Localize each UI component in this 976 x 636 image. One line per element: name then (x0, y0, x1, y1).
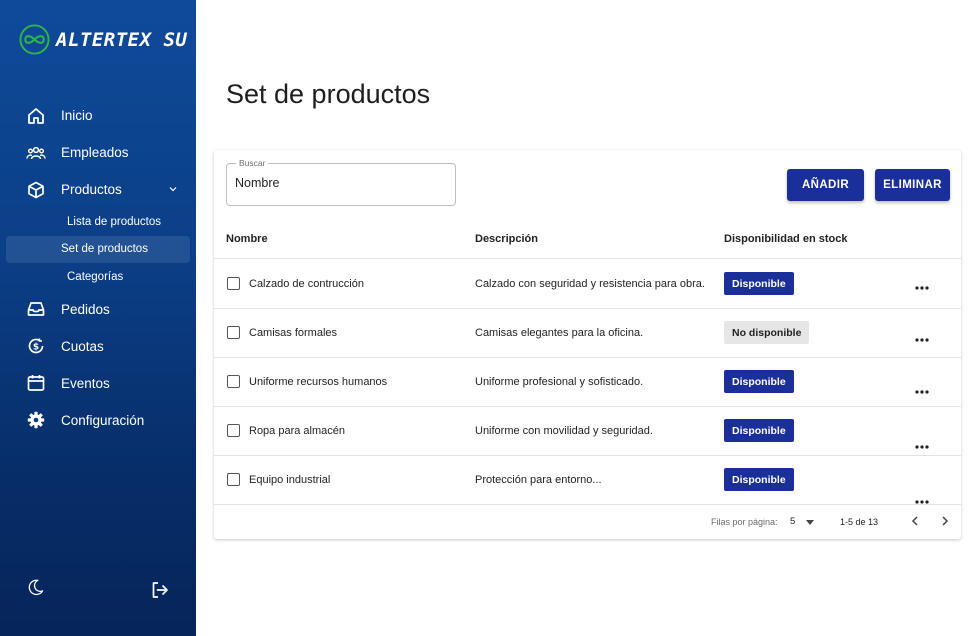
sidebar-item-eventos[interactable]: Eventos (0, 365, 196, 402)
product-name: Calzado de contrucción (249, 278, 364, 290)
sidebar-item-cuotas[interactable]: $ Cuotas (0, 328, 196, 365)
box-icon (26, 180, 46, 200)
more-options-icon[interactable] (914, 389, 930, 395)
add-button[interactable]: AÑADIR (787, 169, 864, 201)
table-row[interactable]: Ropa para almacén Uniforme con movilidad… (214, 407, 961, 456)
home-icon (26, 106, 46, 126)
sidebar-item-empleados[interactable]: Empleados (0, 134, 196, 171)
search-label: Buscar (236, 158, 269, 168)
sidebar-item-productos[interactable]: Productos (0, 171, 196, 208)
row-checkbox[interactable] (227, 375, 240, 388)
rows-per-page-label: Filas por página: (711, 517, 778, 527)
sidebar-item-label: Configuración (61, 412, 145, 428)
sidebar-subitem-categorias[interactable]: Categorías (6, 263, 190, 291)
status-badge: Disponible (724, 419, 794, 442)
inbox-icon (26, 299, 46, 319)
product-description: Uniforme con movilidad y seguridad. (475, 425, 653, 437)
more-options-icon[interactable] (914, 444, 930, 450)
sidebar-item-label: Inicio (61, 108, 93, 123)
table-header: Nombre Descripción Disponibilidad en sto… (214, 221, 961, 259)
chevron-right-icon[interactable] (939, 515, 951, 527)
row-checkbox[interactable] (227, 326, 240, 339)
status-badge: No disponible (724, 321, 810, 344)
product-description: Calzado con seguridad y resistencia para… (475, 278, 705, 290)
chevron-left-icon[interactable] (909, 515, 921, 527)
sidebar-item-label: Cuotas (61, 338, 104, 354)
product-description: Protección para entorno... (475, 474, 602, 486)
sidebar-item-label: Productos (61, 182, 122, 197)
more-options-icon[interactable] (914, 285, 930, 291)
product-description: Uniforme profesional y sofisticado. (475, 376, 644, 388)
more-options-icon[interactable] (914, 337, 930, 343)
sidebar-item-label: Pedidos (61, 301, 110, 317)
sidebar-item-configuracion[interactable]: Configuración (0, 402, 196, 439)
people-icon (26, 143, 46, 163)
table-row[interactable]: Camisas formales Camisas elegantes para … (214, 309, 961, 358)
product-set-card: Buscar AÑADIR ELIMINAR Nombre Descripció… (214, 150, 961, 539)
infinity-logo-icon (19, 24, 50, 55)
row-checkbox[interactable] (227, 277, 240, 290)
svg-text:$: $ (33, 343, 39, 353)
product-name: Camisas formales (249, 327, 338, 339)
column-header-disponibilidad[interactable]: Disponibilidad en stock (724, 233, 847, 245)
sidebar-item-label: Eventos (61, 375, 110, 391)
rows-per-page-select[interactable]: 5 (790, 516, 795, 527)
sidebar-item-pedidos[interactable]: Pedidos (0, 291, 196, 328)
table-pagination: Filas por página: 5 1-5 de 13 (214, 505, 961, 539)
status-badge: Disponible (724, 468, 794, 491)
row-checkbox[interactable] (227, 424, 240, 437)
moon-icon[interactable] (26, 578, 45, 597)
sidebar: ALTERTEX SU Inicio Empleados Productos L… (0, 0, 196, 636)
chevron-down-icon[interactable] (168, 184, 178, 194)
delete-button[interactable]: ELIMINAR (875, 169, 950, 201)
gear-icon (26, 410, 46, 430)
page-title: Set de productos (226, 79, 431, 109)
product-name: Ropa para almacén (249, 425, 346, 437)
product-name: Equipo industrial (249, 474, 331, 486)
table-row[interactable]: Uniforme recursos humanos Uniforme profe… (214, 358, 961, 407)
status-badge: Disponible (724, 370, 794, 393)
dollar-icon: $ (26, 336, 46, 356)
column-header-descripcion[interactable]: Descripción (475, 233, 538, 245)
sidebar-subitem-lista-de-productos[interactable]: Lista de productos (6, 208, 190, 236)
logout-icon[interactable] (150, 580, 170, 600)
calendar-icon (26, 373, 46, 393)
status-badge: Disponible (724, 272, 794, 295)
row-checkbox[interactable] (227, 473, 240, 486)
sidebar-item-label: Empleados (61, 145, 129, 160)
column-header-nombre[interactable]: Nombre (226, 233, 268, 245)
brand-logo[interactable]: ALTERTEX SU (19, 24, 187, 55)
search-input[interactable] (235, 176, 445, 190)
pagination-range: 1-5 de 13 (840, 517, 879, 527)
table-row[interactable]: Calzado de contrucción Calzado con segur… (214, 260, 961, 309)
sidebar-item-inicio[interactable]: Inicio (0, 97, 196, 134)
sidebar-subitem-set-de-productos[interactable]: Set de productos (6, 235, 190, 263)
product-description: Camisas elegantes para la oficina. (475, 327, 644, 339)
sidebar-nav: Inicio Empleados Productos Lista de prod… (0, 97, 196, 439)
brand-name: ALTERTEX SU (56, 28, 188, 51)
table-row[interactable]: Equipo industrial Protección para entorn… (214, 456, 961, 505)
caret-down-icon[interactable] (806, 520, 814, 525)
product-name: Uniforme recursos humanos (249, 376, 388, 388)
search-field[interactable]: Buscar (226, 158, 456, 206)
